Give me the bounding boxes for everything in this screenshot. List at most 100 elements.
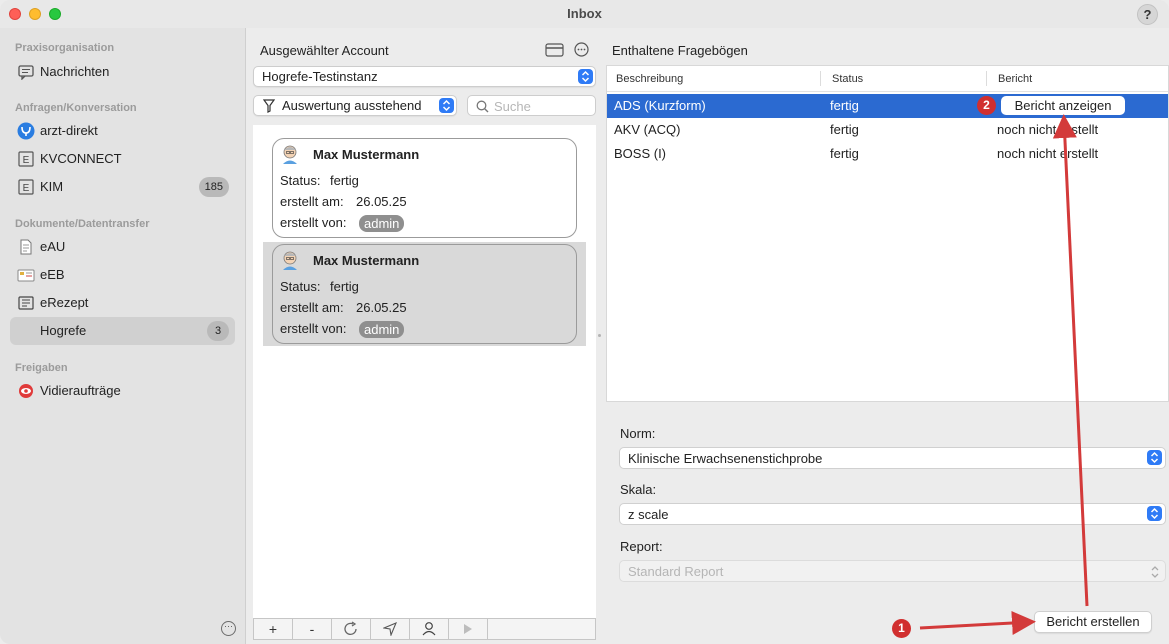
questionnaire-table: Beschreibung Status Bericht ADS (Kurzfor… [606,65,1169,402]
status-label: Status: [280,279,321,294]
search-placeholder: Suche [494,99,531,114]
title-bar: Inbox ? [0,0,1169,28]
patient-card-list: Max Mustermann Status: fertig erstellt a… [253,125,596,618]
remove-button[interactable]: - [293,619,332,639]
created-by-label: erstellt von: [280,215,347,230]
sidebar-item-label: eAU [40,239,66,254]
sidebar-item-hogrefe[interactable]: Hogrefe 3 [10,317,235,345]
account-select-value: Hogrefe-Testinstanz [262,69,378,84]
created-date-value: 26.05.25 [356,300,407,315]
report-select-value: Standard Report [628,564,724,579]
patient-name: Max Mustermann [313,147,420,162]
card-icon [17,269,35,282]
sidebar-item-nachrichten[interactable]: Nachrichten [10,58,235,86]
created-date-value: 26.05.25 [356,194,407,209]
help-button[interactable]: ? [1137,4,1158,25]
split-divider-handle[interactable] [598,334,601,337]
status-value: fertig [330,279,359,294]
row-status: fertig [830,122,859,137]
created-date-label: erstellt am: [280,300,344,315]
sidebar-section-praxisorganisation: Praxisorganisation [15,42,115,54]
account-pane: Ausgewählter Account Hogrefe-Testinstanz… [246,28,602,644]
document-icon [20,239,32,255]
column-header-report[interactable]: Bericht [998,73,1032,85]
column-separator [820,71,821,86]
created-by-badge: admin [359,321,405,338]
send-button[interactable] [371,619,410,639]
annotation-marker-1: 1 [892,619,911,638]
status-value: fertig [330,173,359,188]
sidebar-item-label: eRezept [40,295,89,310]
more-options-icon[interactable]: ··· [221,621,236,636]
sidebar-item-kvconnect[interactable]: E KVCONNECT [10,145,235,173]
add-button[interactable]: + [254,619,293,639]
sidebar-item-eau[interactable]: eAU [10,233,235,261]
column-header-status[interactable]: Status [832,73,863,85]
filter-icon [263,99,275,113]
sidebar-section-freigaben: Freigaben [15,362,68,374]
row-description: ADS (Kurzform) [614,98,706,113]
filter-select[interactable]: Auswertung ausstehend [253,95,457,116]
avatar-icon [283,251,297,270]
row-description: AKV (ACQ) [614,122,681,137]
patient-card[interactable]: Max Mustermann Status: fertig erstellt a… [272,138,577,238]
norm-select[interactable]: Klinische Erwachsenenstichprobe [619,447,1166,469]
svg-text:E: E [23,183,30,194]
refresh-icon [344,621,357,635]
count-badge: 3 [207,321,229,341]
sidebar-item-label: KIM [40,179,64,194]
eye-icon [19,384,33,398]
column-header-description[interactable]: Beschreibung [616,73,683,85]
row-status: fertig [830,146,859,161]
inbox-window: Inbox ? Praxisorganisation Nachrichten A… [0,0,1169,644]
row-report-status: noch nicht erstellt [997,146,1099,161]
sidebar-item-arzt-direkt[interactable]: arzt-direkt [10,117,235,145]
table-row[interactable]: AKV (ACQ) fertig noch nicht erstellt [607,118,1168,142]
sidebar-section-dokumente: Dokumente/Datentransfer [15,218,150,230]
table-row-selected[interactable]: ADS (Kurzform) fertig Bericht anzeigen [607,94,1168,118]
account-select[interactable]: Hogrefe-Testinstanz [253,66,596,87]
select-stepper-icon [578,69,593,84]
more-options-icon[interactable] [574,42,589,57]
play-icon [464,624,472,634]
filter-select-value: Auswertung ausstehend [282,98,422,113]
report-select[interactable]: Standard Report [619,560,1166,582]
created-by-badge: admin [359,215,405,232]
create-report-button[interactable]: Bericht erstellen [1034,611,1152,633]
scale-label: Skala: [620,482,657,497]
show-report-button[interactable]: Bericht anzeigen [1001,96,1125,115]
patient-card-selected[interactable]: Max Mustermann Status: fertig erstellt a… [272,244,577,344]
sidebar-item-label: Hogrefe [40,323,87,338]
search-icon [476,100,489,113]
created-by-label: erstellt von: [280,321,347,336]
select-stepper-icon [439,98,454,113]
search-input[interactable]: Suche [467,95,596,116]
assign-person-button[interactable] [410,619,449,639]
table-row[interactable]: BOSS (I) fertig noch nicht erstellt [607,142,1168,166]
speech-bubble-icon [18,65,34,80]
svg-text:E: E [23,155,30,166]
credit-card-icon[interactable] [545,43,564,57]
sidebar-item-vidierauftraege[interactable]: Vidieraufträge [10,377,235,405]
sidebar-section-anfragen: Anfragen/Konversation [15,102,137,114]
questionnaire-title: Enthaltene Fragebögen [612,43,748,58]
list-toolbar: + - [253,618,596,640]
norm-label: Norm: [620,426,656,441]
select-stepper-icon [1147,506,1162,521]
unread-count-badge: 185 [198,177,229,197]
sidebar-item-label: Nachrichten [40,64,110,79]
row-description: BOSS (I) [614,146,667,161]
play-button[interactable] [449,619,488,639]
scale-select[interactable]: z scale [619,503,1166,525]
letter-e-icon: E [18,179,34,195]
sidebar-item-label: KVCONNECT [40,151,122,166]
refresh-button[interactable] [332,619,371,639]
scale-select-value: z scale [628,507,669,522]
prescription-icon [18,296,34,310]
sidebar-item-erezept[interactable]: eRezept [10,289,235,317]
sidebar-item-kim[interactable]: E KIM 185 [10,173,235,201]
patient-name: Max Mustermann [313,253,420,268]
table-header: Beschreibung Status Bericht [607,66,1168,92]
sidebar-item-eeb[interactable]: eEB [10,261,235,289]
annotation-marker-2: 2 [977,96,996,115]
